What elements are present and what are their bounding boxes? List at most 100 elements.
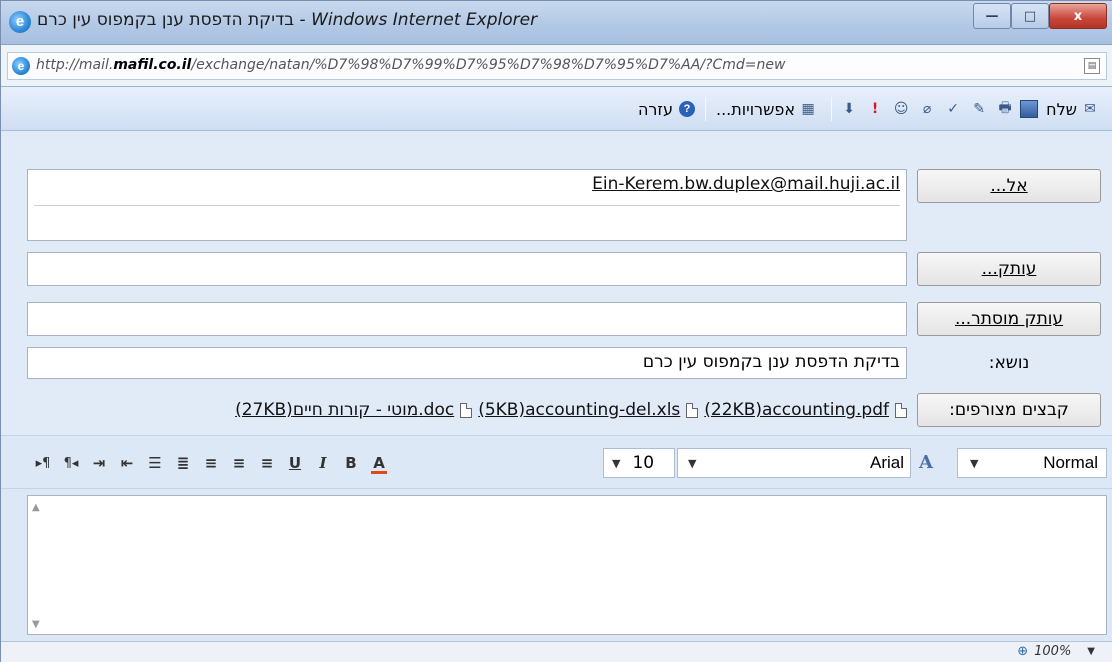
- options-icon: ▦: [801, 101, 815, 117]
- align-left-icon[interactable]: ≡: [197, 452, 225, 474]
- window-controls: — □ x: [973, 3, 1107, 29]
- align-right-icon[interactable]: ≡: [253, 452, 281, 474]
- align-center-icon[interactable]: ≡: [225, 452, 253, 474]
- attach-icon[interactable]: ⌀: [916, 98, 938, 120]
- bcc-field[interactable]: [27, 302, 907, 336]
- app-name: Windows Internet Explorer: [311, 10, 538, 30]
- scroll-down-icon[interactable]: ▼: [32, 619, 40, 630]
- zoom-icon: ⊕: [1017, 644, 1029, 659]
- maximize-button[interactable]: □: [1011, 3, 1049, 29]
- to-button-label: אל...: [990, 176, 1028, 196]
- attachments-list: (27KB)מוטי - קורות חיים.doc (5KB)account…: [27, 393, 907, 427]
- to-field[interactable]: Ein-Kerem.bw.duplex@mail.huji.ac.il: [27, 169, 907, 241]
- help-button[interactable]: ? עזרה: [632, 95, 701, 123]
- attachment-size: (22KB): [704, 400, 762, 420]
- help-icon: ?: [678, 101, 695, 117]
- chevron-down-icon: ▼: [612, 456, 621, 470]
- bcc-button-label: עותק מוסתר...: [954, 309, 1064, 329]
- message-body-area: ▲ ▼: [1, 489, 1112, 641]
- minimize-button[interactable]: —: [973, 3, 1011, 29]
- address-book-icon[interactable]: ☺: [890, 98, 912, 120]
- bcc-button[interactable]: עותק מוסתר...: [917, 302, 1101, 336]
- attachment-name: מוטי - קורות חיים.doc: [292, 400, 455, 420]
- attachment-item[interactable]: (22KB)accounting.pdf: [704, 400, 907, 420]
- chevron-down-icon: ▼: [688, 456, 697, 470]
- increase-indent-icon[interactable]: ⇥: [85, 452, 113, 474]
- file-icon: [895, 402, 907, 418]
- to-field-divider: [34, 205, 900, 206]
- url-domain: mafil.co.il: [113, 57, 192, 73]
- spellcheck-icon[interactable]: ✓: [942, 98, 964, 120]
- help-label: עזרה: [637, 99, 673, 119]
- attachment-link: (22KB)accounting.pdf: [704, 400, 889, 420]
- file-icon: [686, 402, 699, 418]
- decrease-indent-icon[interactable]: ⇤: [113, 452, 141, 474]
- compatibility-view-icon[interactable]: ▤: [1084, 58, 1100, 74]
- zoom-control[interactable]: ⊕ 100% ▼: [1017, 644, 1095, 659]
- print-icon[interactable]: 🖶: [994, 98, 1016, 120]
- file-icon: [460, 402, 473, 418]
- font-family-value: Arial: [869, 453, 904, 472]
- ltr-direction-icon[interactable]: ▸¶: [29, 452, 57, 474]
- toolbar-separator: [831, 97, 833, 121]
- font-size-value: 10: [632, 453, 655, 473]
- style-value: Normal: [1043, 453, 1098, 472]
- page-icon: e: [12, 57, 30, 75]
- window-title-text: בדיקת הדפסת ענן בקמפוס עין כרם -: [37, 10, 312, 30]
- high-importance-icon[interactable]: !: [864, 98, 886, 120]
- url-suffix: /exchange/natan/%D7%98%D7%99%D7%95%D7%98…: [191, 57, 786, 73]
- attachment-item[interactable]: (5KB)accounting-del.xls: [478, 400, 699, 420]
- toolbar-separator: [704, 97, 706, 121]
- attachment-size: (5KB): [478, 400, 526, 420]
- scroll-up-icon[interactable]: ▲: [32, 502, 40, 513]
- send-label: שלח: [1046, 99, 1077, 119]
- attachment-link: (5KB)accounting-del.xls: [478, 400, 680, 420]
- chevron-down-icon: ▼: [970, 456, 979, 470]
- paragraph-style-select[interactable]: ▼ Normal: [957, 448, 1107, 478]
- options-button[interactable]: ▦ אפשרויות...: [710, 95, 827, 123]
- to-button[interactable]: אל...: [917, 169, 1101, 203]
- underline-button[interactable]: U: [281, 452, 309, 474]
- font-family-select[interactable]: ▼ Arial: [677, 448, 911, 478]
- save-icon[interactable]: [1020, 100, 1039, 118]
- italic-button[interactable]: I: [309, 452, 337, 474]
- attachment-link: (27KB)מוטי - קורות חיים.doc: [235, 400, 454, 420]
- attachments-button-label: קבצים מצורפים:: [949, 400, 1069, 420]
- subject-field[interactable]: בדיקת הדפסת ענן בקמפוס עין כרם: [27, 347, 907, 379]
- low-importance-icon[interactable]: ⬇: [838, 98, 860, 120]
- send-button[interactable]: ✉ שלח: [1040, 95, 1109, 123]
- browser-window: e בדיקת הדפסת ענן בקמפוס עין כרם - Windo…: [0, 0, 1112, 662]
- attachment-name: accounting-del.xls: [525, 400, 681, 420]
- rtl-direction-icon[interactable]: ¶◂: [57, 452, 85, 474]
- bold-button[interactable]: B: [337, 452, 365, 474]
- numbered-list-icon[interactable]: ☰: [141, 452, 169, 474]
- to-recipient[interactable]: Ein-Kerem.bw.duplex@mail.huji.ac.il: [592, 174, 900, 194]
- cc-field[interactable]: [27, 252, 907, 286]
- edit-icon[interactable]: ✎: [968, 98, 990, 120]
- subject-label: נושא:: [988, 353, 1030, 373]
- chevron-down-icon[interactable]: ▼: [1087, 646, 1095, 657]
- cc-button-label: עותק...: [981, 259, 1037, 279]
- message-body-editor[interactable]: ▲ ▼: [27, 495, 1107, 635]
- address-field[interactable]: e http://mail.mafil.co.il/exchange/natan…: [7, 52, 1107, 80]
- send-icon: ✉: [1084, 101, 1096, 117]
- url-prefix: http://mail.: [36, 57, 114, 73]
- compose-form: אל... Ein-Kerem.bw.duplex@mail.huji.ac.i…: [1, 131, 1112, 435]
- attachments-button[interactable]: קבצים מצורפים:: [917, 393, 1101, 427]
- font-icon: A: [919, 452, 933, 473]
- cc-button[interactable]: עותק...: [917, 252, 1101, 286]
- toolbar-items: ✉ שלח 🖶 ✎ ✓ ⌀ ☺ ! ⬇ ▦ אפשרויות... ? עזרה: [632, 95, 1109, 123]
- attachment-name: accounting.pdf: [762, 400, 889, 420]
- bullet-list-icon[interactable]: ≣: [169, 452, 197, 474]
- formatting-toolbar: ▸¶ ¶◂ ⇥ ⇤ ☰ ≣ ≡ ≡ ≡ U I B A ▼ 10 ▼ Arial…: [1, 435, 1112, 489]
- font-color-button[interactable]: A: [365, 452, 393, 474]
- title-bar: e בדיקת הדפסת ענן בקמפוס עין כרם - Windo…: [1, 1, 1112, 45]
- address-url[interactable]: http://mail.mafil.co.il/exchange/natan/%…: [36, 57, 1076, 73]
- status-bar: ⊕ 100% ▼: [1, 641, 1112, 662]
- compose-toolbar: ✉ שלח 🖶 ✎ ✓ ⌀ ☺ ! ⬇ ▦ אפשרויות... ? עזרה: [1, 87, 1112, 131]
- zoom-level: 100%: [1034, 644, 1072, 659]
- attachment-item[interactable]: (27KB)מוטי - קורות חיים.doc: [235, 400, 473, 420]
- font-size-select[interactable]: ▼ 10: [603, 448, 675, 478]
- close-button[interactable]: x: [1049, 3, 1107, 29]
- formatting-icons: ▸¶ ¶◂ ⇥ ⇤ ☰ ≣ ≡ ≡ ≡ U I B A: [29, 452, 393, 474]
